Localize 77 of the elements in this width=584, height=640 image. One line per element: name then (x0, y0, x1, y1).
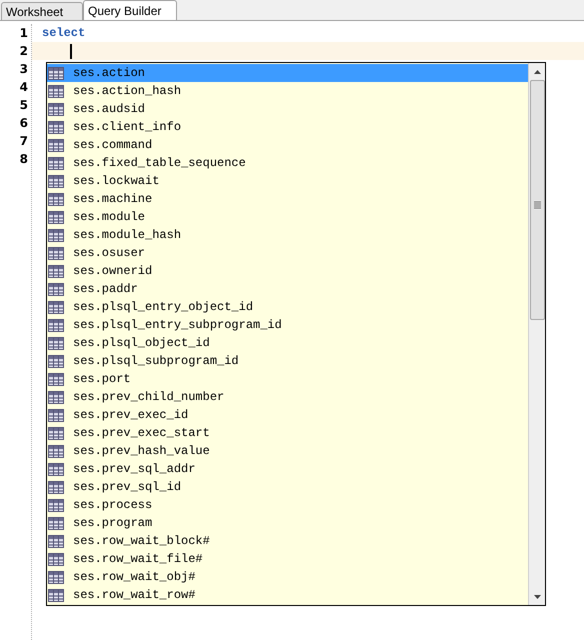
completion-item[interactable]: ses.paddr (47, 280, 528, 298)
line-number: 7 (18, 133, 29, 150)
table-icon (48, 462, 64, 476)
grip-icon (534, 201, 540, 209)
completion-item[interactable]: ses.program (47, 514, 528, 532)
table-icon (48, 120, 64, 134)
completion-item[interactable]: ses.action (47, 64, 528, 82)
completion-item[interactable]: ses.lockwait (47, 172, 528, 190)
completion-item[interactable]: ses.audsid (47, 100, 528, 118)
table-icon (48, 246, 64, 260)
table-icon (48, 282, 64, 296)
code-keyword: select (42, 25, 86, 42)
completion-item[interactable]: ses.port (47, 370, 528, 388)
completion-item[interactable]: ses.action_hash (47, 82, 528, 100)
line-number: 6 (18, 115, 29, 132)
completion-item[interactable]: ses.row_wait_file# (47, 550, 528, 568)
completion-item[interactable]: ses.row_wait_obj# (47, 568, 528, 586)
table-icon (48, 444, 64, 458)
table-icon (48, 66, 64, 80)
completion-item[interactable]: ses.row_wait_row# (47, 586, 528, 604)
scroll-up-icon[interactable] (534, 70, 540, 74)
completion-item[interactable]: ses.prev_child_number (47, 388, 528, 406)
table-icon (48, 318, 64, 332)
completion-item[interactable]: ses.plsql_subprogram_id (47, 352, 528, 370)
completion-item[interactable]: ses.prev_exec_start (47, 424, 528, 442)
completion-item[interactable]: ses.prev_sql_addr (47, 460, 528, 478)
completion-item[interactable]: ses.process (47, 496, 528, 514)
table-icon (48, 156, 64, 170)
table-icon (48, 210, 64, 224)
line-number: 4 (18, 79, 29, 96)
table-icon (48, 84, 64, 98)
completion-item[interactable]: ses.machine (47, 190, 528, 208)
line-number: 3 (18, 61, 29, 78)
completion-item[interactable]: ses.fixed_table_sequence (47, 154, 528, 172)
table-icon (48, 372, 64, 386)
table-icon (48, 300, 64, 314)
completion-item[interactable]: ses.prev_exec_id (47, 406, 528, 424)
text-cursor (70, 44, 72, 58)
table-icon (48, 426, 64, 440)
completion-item[interactable]: ses.module_hash (47, 226, 528, 244)
scrollbar-thumb[interactable] (530, 80, 544, 320)
table-icon (48, 192, 64, 206)
table-icon (48, 354, 64, 368)
scrollbar[interactable] (528, 63, 545, 605)
table-icon (48, 588, 64, 602)
completion-item[interactable]: ses.plsql_object_id (47, 334, 528, 352)
completion-item[interactable]: ses.command (47, 136, 528, 154)
table-icon (48, 102, 64, 116)
table-icon (48, 552, 64, 566)
table-icon (48, 480, 64, 494)
line-number: 1 (18, 25, 29, 42)
table-icon (48, 174, 64, 188)
completion-item[interactable]: ses.ownerid (47, 262, 528, 280)
tab[interactable]: Worksheet (1, 2, 83, 20)
table-icon (48, 516, 64, 530)
line-number: 2 (18, 43, 29, 60)
completion-item[interactable]: ses.plsql_entry_object_id (47, 298, 528, 316)
table-icon (48, 498, 64, 512)
scroll-down-icon[interactable] (534, 595, 540, 599)
completion-item[interactable]: ses.osuser (47, 244, 528, 262)
table-icon (48, 390, 64, 404)
table-icon (48, 408, 64, 422)
table-icon (48, 336, 64, 350)
completion-item[interactable]: ses.client_info (47, 118, 528, 136)
completion-item[interactable]: ses.prev_sql_id (47, 478, 528, 496)
table-icon (48, 534, 64, 548)
table-icon (48, 570, 64, 584)
table-icon (48, 138, 64, 152)
tab[interactable]: Query Builder (83, 0, 177, 20)
table-icon (48, 264, 64, 278)
completion-item[interactable]: ses.plsql_entry_subprogram_id (47, 316, 528, 334)
completion-item[interactable]: ses.module (47, 208, 528, 226)
table-icon (48, 228, 64, 242)
completion-item[interactable]: ses.prev_hash_value (47, 442, 528, 460)
line-number: 5 (18, 97, 29, 114)
line-number: 8 (18, 151, 29, 168)
completion-item[interactable]: ses.row_wait_block# (47, 532, 528, 550)
